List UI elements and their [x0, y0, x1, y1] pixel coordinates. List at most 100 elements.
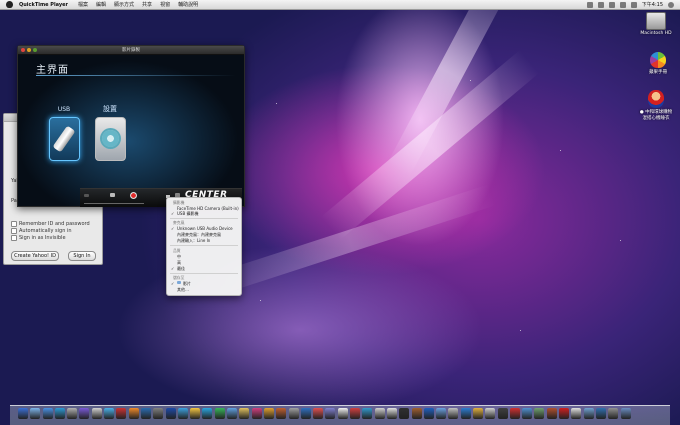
dock-app-icon[interactable]: [140, 408, 151, 419]
dock-app-icon[interactable]: [411, 408, 422, 419]
desktop-icon-macintosh-hd[interactable]: Macintosh HD: [636, 12, 676, 36]
dock-app-icon[interactable]: [79, 408, 90, 419]
dock-app-icon[interactable]: [54, 408, 65, 419]
menu-app-name[interactable]: QuickTime Player: [19, 2, 68, 8]
dock-app-icon[interactable]: [67, 408, 78, 419]
dock-app-icon[interactable]: [116, 408, 127, 419]
dock-app-icon[interactable]: [559, 408, 570, 419]
checkbox-box[interactable]: [11, 221, 17, 227]
dock-icons: [18, 408, 631, 419]
checkbox-box[interactable]: [11, 235, 17, 241]
remember-checkbox[interactable]: Remember ID and password: [11, 221, 90, 227]
minimize-icon[interactable]: [27, 48, 31, 52]
auto-signin-checkbox[interactable]: Automatically sign in: [11, 228, 72, 234]
dock-app-icon[interactable]: [509, 408, 520, 419]
star: [560, 150, 561, 151]
volume-icon[interactable]: [110, 193, 115, 197]
dock-app-icon[interactable]: [104, 408, 115, 419]
invisible-checkbox[interactable]: Sign in as Invisible: [11, 235, 66, 241]
mario-icon: [648, 90, 664, 108]
dock-app-icon[interactable]: [497, 408, 508, 419]
sign-in-button[interactable]: Sign In: [68, 251, 96, 261]
dock-app-icon[interactable]: [153, 408, 164, 419]
page-title: 主界面: [36, 65, 69, 76]
dock-app-icon[interactable]: [239, 408, 250, 419]
dock-app-icon[interactable]: [190, 408, 201, 419]
menu-window[interactable]: 視窗: [160, 1, 170, 8]
usb-tile[interactable]: [49, 117, 80, 161]
dock-app-icon[interactable]: [448, 408, 459, 419]
dock-app-icon[interactable]: [325, 408, 336, 419]
dock-app-icon[interactable]: [300, 408, 311, 419]
dock-app-icon[interactable]: [460, 408, 471, 419]
checkbox-label: Automatically sign in: [19, 228, 72, 234]
dock-app-icon[interactable]: [288, 408, 299, 419]
menu-item-quality-best[interactable]: 最佳: [177, 266, 185, 272]
menu-help[interactable]: 輔助說明: [178, 1, 198, 8]
dock-app-icon[interactable]: [18, 408, 28, 419]
zoom-icon[interactable]: [33, 48, 37, 52]
dock-app-icon[interactable]: [276, 408, 287, 419]
desktop-icon-apple-manual[interactable]: 蘋果手冊: [638, 52, 678, 75]
dock-app-icon[interactable]: [595, 408, 606, 419]
time-machine-icon[interactable]: [597, 1, 604, 8]
dock-app-icon[interactable]: [472, 408, 483, 419]
dock-app-icon[interactable]: [571, 408, 582, 419]
dock-app-icon[interactable]: [91, 408, 102, 419]
menu-separator: [170, 218, 238, 219]
apple-menu-icon[interactable]: [6, 1, 13, 8]
menu-item-line-in[interactable]: 內建輸入：Line In: [177, 238, 210, 244]
bluetooth-icon[interactable]: [586, 1, 593, 8]
checkbox-label: Sign in as Invisible: [19, 235, 66, 241]
dock-app-icon[interactable]: [362, 408, 373, 419]
checkbox-box[interactable]: [11, 228, 17, 234]
menu-item-usb-audio[interactable]: Unknown USB Audio Device: [177, 226, 233, 231]
close-icon[interactable]: [21, 48, 25, 52]
desktop-icon-pajama-shop[interactable]: ● 中和環球購物 混搭心機睡衣: [636, 90, 676, 121]
dock-app-icon[interactable]: [165, 408, 176, 419]
title-bar[interactable]: 影片錄製: [18, 46, 244, 55]
dock-app-icon[interactable]: [313, 408, 324, 419]
dock-app-icon[interactable]: [583, 408, 594, 419]
menu-view[interactable]: 顯示方式: [114, 1, 134, 8]
menu-edit[interactable]: 編輯: [96, 1, 106, 8]
dock-app-icon[interactable]: [263, 408, 274, 419]
menu-item-usb-camera[interactable]: USB 攝影機: [177, 211, 198, 217]
dock-app-icon[interactable]: [522, 408, 533, 419]
dock-app-icon[interactable]: [423, 408, 434, 419]
create-yahoo-id-button[interactable]: Create Yahoo! ID: [11, 251, 59, 261]
settings-tile[interactable]: [95, 117, 126, 161]
dock-app-icon[interactable]: [386, 408, 397, 419]
dock-app-icon[interactable]: [227, 408, 238, 419]
dock-app-icon[interactable]: [202, 408, 213, 419]
dock-app-icon[interactable]: [42, 408, 53, 419]
volume-icon[interactable]: [619, 1, 626, 8]
dock-app-icon[interactable]: [436, 408, 447, 419]
dock-app-icon[interactable]: [374, 408, 385, 419]
dock-app-icon[interactable]: [337, 408, 348, 419]
dock-app-icon[interactable]: [546, 408, 557, 419]
dock-app-icon[interactable]: [399, 408, 410, 419]
capture-options-menu: 攝影機 FaceTime HD Camera (Built-in) ✓ USB …: [166, 197, 242, 296]
spotlight-icon[interactable]: [668, 1, 674, 8]
dock-app-icon[interactable]: [30, 408, 41, 419]
dock-app-icon[interactable]: [620, 408, 631, 419]
menu-clock[interactable]: 下午4:15: [642, 1, 663, 8]
dock-app-icon[interactable]: [608, 408, 619, 419]
hard-drive-icon: [646, 12, 666, 30]
dock-app-icon[interactable]: [350, 408, 361, 419]
dock-app-icon[interactable]: [251, 408, 262, 419]
dock-app-icon[interactable]: [128, 408, 139, 419]
menu-item-other[interactable]: 其他…: [177, 287, 189, 293]
menu-file[interactable]: 檔案: [78, 1, 88, 8]
wifi-icon[interactable]: [608, 1, 615, 8]
dock-app-icon[interactable]: [485, 408, 496, 419]
dock-app-icon[interactable]: [534, 408, 545, 419]
menu-share[interactable]: 共享: [142, 1, 152, 8]
battery-icon[interactable]: [630, 1, 637, 8]
audio-level-icon: [84, 194, 89, 197]
dock-app-icon[interactable]: [177, 408, 188, 419]
dock-app-icon[interactable]: [214, 408, 225, 419]
record-button[interactable]: [130, 192, 137, 199]
menu-separator: [170, 245, 238, 246]
